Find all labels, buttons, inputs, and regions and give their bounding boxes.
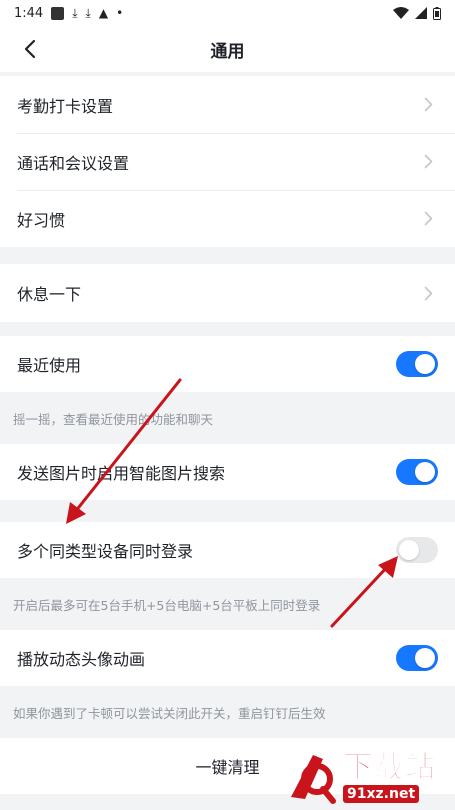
watermark-text: 下载站 91xz.net bbox=[343, 750, 436, 803]
settings-group: 考勤打卡设置 通话和会议设置 好习惯 bbox=[0, 76, 455, 247]
toggle-knob bbox=[415, 462, 435, 482]
watermark: 下载站 91xz.net bbox=[283, 746, 453, 808]
recent-use-row: 最近使用 bbox=[0, 336, 455, 392]
section-gap bbox=[0, 500, 455, 522]
chevron-right-icon bbox=[418, 209, 438, 229]
section-gap bbox=[0, 322, 455, 336]
font-app-icon: ▲ bbox=[98, 6, 109, 20]
toggle-knob bbox=[415, 354, 435, 374]
good-habits-row[interactable]: 好习惯 bbox=[0, 190, 455, 247]
battery-icon bbox=[433, 6, 441, 20]
watermark-url: 91xz.net bbox=[343, 785, 420, 803]
page-title: 通用 bbox=[210, 41, 245, 62]
download-icon-2: ⤓ bbox=[85, 6, 91, 20]
row-label: 休息一下 bbox=[17, 285, 82, 304]
chevron-right-icon bbox=[418, 283, 438, 303]
recent-use-group: 最近使用 bbox=[0, 336, 455, 392]
image-search-group: 发送图片时启用智能图片搜索 bbox=[0, 444, 455, 500]
take-a-break-row[interactable]: 休息一下 bbox=[0, 264, 455, 322]
toggle-knob bbox=[415, 648, 435, 668]
row-label: 最近使用 bbox=[17, 356, 82, 375]
notification-app-icon bbox=[51, 6, 65, 20]
row-label: 多个同类型设备同时登录 bbox=[17, 542, 194, 561]
avatar-animation-row: 播放动态头像动画 bbox=[0, 630, 455, 686]
watermark-title: 下载站 bbox=[343, 750, 436, 785]
signal-icon bbox=[415, 7, 427, 19]
avatar-animation-toggle[interactable] bbox=[396, 645, 438, 671]
watermark-logo bbox=[283, 749, 339, 805]
status-right bbox=[393, 6, 441, 20]
image-search-toggle[interactable] bbox=[396, 459, 438, 485]
row-label: 发送图片时启用智能图片搜索 bbox=[17, 464, 226, 483]
status-bar: 1:44 ⤓ ⤓ ▲ • bbox=[0, 0, 455, 26]
download-icon: ⤓ bbox=[72, 6, 78, 20]
image-search-row: 发送图片时启用智能图片搜索 bbox=[0, 444, 455, 500]
multi-login-note: 开启后最多可在5台手机+5台电脑+5台平板上同时登录 bbox=[0, 578, 455, 630]
row-label: 通话和会议设置 bbox=[17, 153, 130, 173]
chevron-right-icon bbox=[418, 95, 438, 115]
more-dot-icon: • bbox=[116, 6, 124, 20]
call-meeting-settings-row[interactable]: 通话和会议设置 bbox=[0, 133, 455, 190]
back-button[interactable] bbox=[14, 33, 46, 65]
row-label: 好习惯 bbox=[17, 210, 66, 230]
wifi-icon bbox=[393, 7, 409, 19]
avatar-anim-group: 播放动态头像动画 bbox=[0, 630, 455, 686]
section-gap bbox=[0, 247, 455, 264]
toggle-knob bbox=[399, 540, 419, 560]
recent-use-note: 摇一摇，查看最近使用的功能和聊天 bbox=[0, 392, 455, 444]
row-label: 播放动态头像动画 bbox=[17, 650, 146, 669]
multi-device-login-toggle[interactable] bbox=[396, 537, 438, 563]
row-label: 考勤打卡设置 bbox=[17, 96, 114, 116]
attendance-settings-row[interactable]: 考勤打卡设置 bbox=[0, 76, 455, 133]
chevron-right-icon bbox=[418, 152, 438, 172]
rest-group: 休息一下 bbox=[0, 264, 455, 322]
status-time: 1:44 bbox=[14, 5, 44, 21]
multi-login-group: 多个同类型设备同时登录 bbox=[0, 522, 455, 578]
multi-device-login-row: 多个同类型设备同时登录 bbox=[0, 522, 455, 578]
recent-use-toggle[interactable] bbox=[396, 351, 438, 377]
nav-bar: 通用 bbox=[0, 26, 455, 72]
avatar-anim-note: 如果你遇到了卡顿可以尝试关闭此开关，重启钉钉后生效 bbox=[0, 686, 455, 738]
status-left: 1:44 ⤓ ⤓ ▲ • bbox=[14, 6, 123, 21]
back-arrow-icon bbox=[24, 39, 36, 59]
